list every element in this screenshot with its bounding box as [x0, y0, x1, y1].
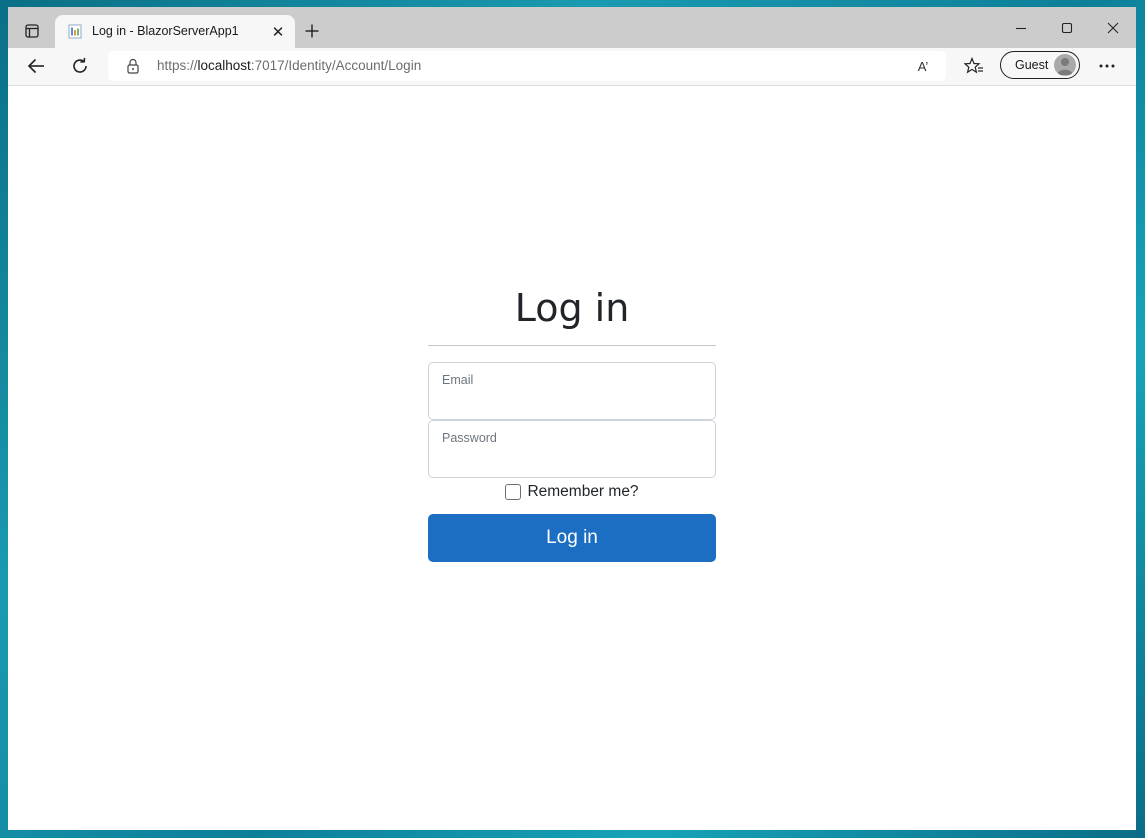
profile-button[interactable]: Guest [1000, 51, 1080, 79]
login-button[interactable]: Log in [428, 514, 716, 562]
minimize-icon[interactable] [998, 15, 1044, 41]
url-scheme: https:// [157, 58, 198, 73]
lock-icon[interactable] [126, 58, 140, 74]
remember-me-label[interactable]: Remember me? [527, 483, 638, 501]
close-window-icon[interactable] [1090, 15, 1136, 41]
url-text: https://localhost:7017/Identity/Account/… [157, 58, 421, 73]
password-field[interactable]: Password [428, 420, 716, 478]
url-path: :7017/Identity/Account/Login [250, 58, 422, 73]
favorites-icon[interactable] [959, 52, 989, 80]
password-label: Password [442, 431, 497, 445]
more-options-icon[interactable] [1092, 52, 1122, 80]
new-tab-icon[interactable] [301, 20, 323, 42]
address-bar[interactable]: https://localhost:7017/Identity/Account/… [108, 51, 946, 81]
email-input[interactable] [441, 391, 707, 415]
login-form: Log in Email Password Remember me? Log i… [428, 285, 716, 562]
refresh-icon[interactable] [65, 52, 95, 80]
tab-title: Log in - BlazorServerApp1 [92, 24, 239, 38]
browser-toolbar: https://localhost:7017/Identity/Account/… [8, 48, 1136, 86]
maximize-icon[interactable] [1044, 15, 1090, 41]
read-aloud-icon[interactable]: A’ [912, 56, 934, 76]
guest-avatar-icon [1054, 54, 1076, 76]
page-favicon-icon [68, 24, 82, 39]
browser-tab[interactable]: Log in - BlazorServerApp1 ✕ [55, 15, 295, 48]
email-label: Email [442, 373, 474, 387]
close-tab-icon[interactable]: ✕ [269, 23, 287, 41]
browser-window: Log in - BlazorServerApp1 ✕ https://loca… [8, 7, 1136, 830]
title-bar: Log in - BlazorServerApp1 ✕ [8, 7, 1136, 48]
page-title: Log in [514, 286, 630, 330]
divider [428, 345, 716, 346]
email-field[interactable]: Email [428, 362, 716, 420]
profile-label: Guest [1015, 58, 1049, 72]
remember-me-checkbox[interactable] [505, 484, 522, 500]
password-input[interactable] [441, 449, 707, 473]
page-content: Log in Email Password Remember me? Log i… [8, 86, 1136, 830]
tab-actions-icon[interactable] [18, 19, 46, 43]
back-arrow-icon[interactable] [21, 52, 51, 80]
url-host: localhost [197, 58, 251, 73]
remember-me[interactable]: Remember me? [428, 482, 716, 502]
